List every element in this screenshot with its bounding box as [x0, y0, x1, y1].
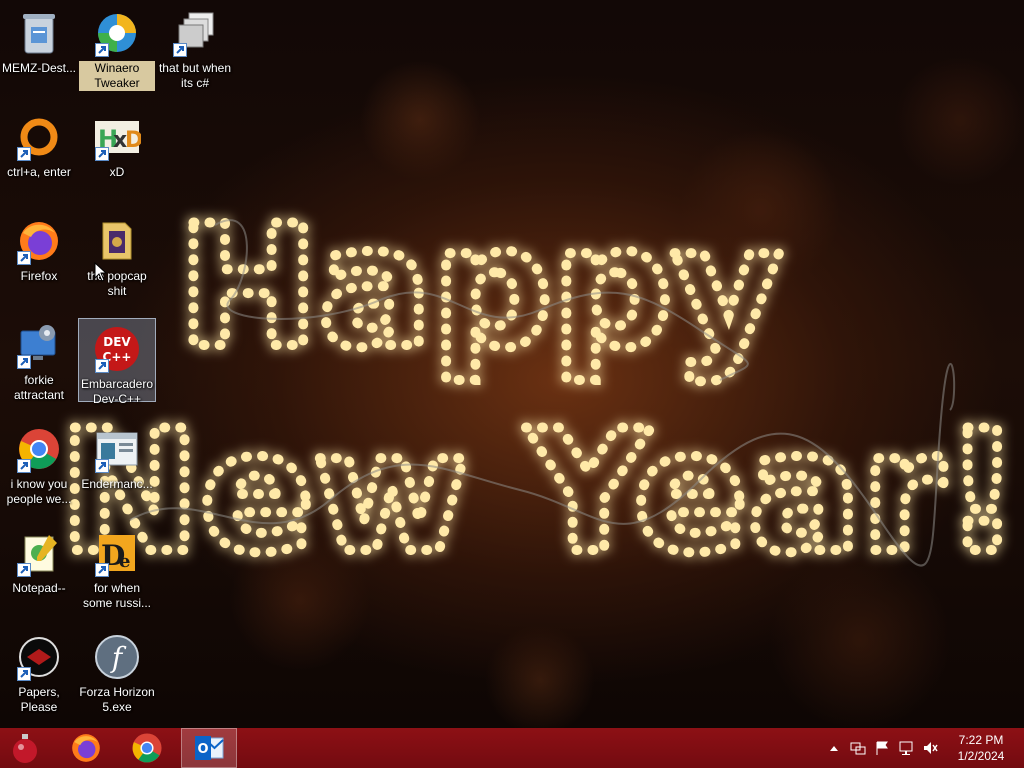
shortcut-arrow-icon: [95, 43, 109, 57]
desktop-icon-chrome[interactable]: i know you people we...: [0, 418, 78, 514]
desktop-icon-popcap[interactable]: the popcap shit: [78, 210, 156, 306]
shortcut-arrow-icon: [17, 251, 31, 265]
desktop-icon-forza[interactable]: f Forza Horizon 5.exe: [78, 626, 156, 722]
icon-label: Notepad--: [12, 581, 66, 595]
icon-label: i know you people we...: [6, 477, 72, 506]
winaero-tweaker-icon: [93, 9, 141, 57]
firefox-icon: [72, 734, 100, 762]
network-icon[interactable]: [850, 740, 866, 756]
desktop-icon-memz[interactable]: MEMZ-Dest...: [0, 2, 78, 98]
flag-icon[interactable]: [874, 740, 890, 756]
djvu-icon: D e: [93, 529, 141, 577]
mouse-cursor-icon: [94, 262, 108, 282]
flash-icon: f: [93, 633, 141, 681]
papers-please-icon: [15, 633, 63, 681]
shortcut-arrow-icon: [17, 459, 31, 473]
icon-label: ctrl+a, enter: [7, 165, 71, 179]
icon-label: Firefox: [20, 269, 58, 283]
clock-date: 1/2/2024: [957, 749, 1005, 763]
clock[interactable]: 7:22 PM 1/2/2024: [940, 732, 1022, 764]
svg-text:e: e: [119, 551, 130, 572]
desktop[interactable]: Happy New Year! MEMZ-Dest... ctrl+a, ent…: [0, 0, 1024, 728]
orange-ring-icon: [15, 113, 63, 161]
wallpaper-line-new-year: New Year!: [59, 394, 1020, 590]
chrome-icon: [15, 425, 63, 473]
icon-label: MEMZ-Dest...: [2, 61, 76, 75]
volume-muted-icon[interactable]: [922, 740, 938, 756]
recycle-bin-icon: [15, 9, 63, 57]
icon-label: for when some russi...: [82, 581, 151, 610]
shortcut-arrow-icon: [17, 563, 31, 577]
svg-text:D: D: [125, 128, 141, 153]
hxd-icon: H x D: [93, 113, 141, 161]
icon-label: Embarcadero Dev-C++: [80, 377, 154, 406]
desktop-icon-notepad-minus[interactable]: Notepad--: [0, 522, 78, 618]
settings-monitor-icon: [15, 321, 63, 369]
shortcut-arrow-icon: [95, 147, 109, 161]
shortcut-arrow-icon: [95, 563, 109, 577]
icon-label: Winaero Tweaker: [79, 61, 155, 91]
desktop-icon-papers-please[interactable]: Papers, Please: [0, 626, 78, 722]
notepad-icon: [15, 529, 63, 577]
window-app-icon: [93, 425, 141, 473]
icon-label: xD: [109, 165, 125, 179]
taskbar: O 7:22 PM 1/2/2024: [0, 728, 1024, 768]
svg-text:DEV: DEV: [103, 335, 131, 349]
shortcut-arrow-icon: [95, 459, 109, 473]
desktop-icon-that-but-csharp[interactable]: that but when its c#: [156, 2, 234, 98]
icon-label: Endermanc...: [81, 477, 153, 491]
desktop-icon-endermanch[interactable]: Endermanc...: [78, 418, 156, 514]
taskbar-outlook-button[interactable]: O: [181, 728, 237, 768]
shortcut-arrow-icon: [17, 147, 31, 161]
stacked-windows-icon: [171, 9, 219, 57]
shortcut-arrow-icon: [17, 355, 31, 369]
taskbar-chrome-button[interactable]: [119, 728, 175, 768]
chrome-icon: [132, 733, 162, 763]
icon-label: Forza Horizon 5.exe: [79, 685, 155, 714]
clock-time: 7:22 PM: [958, 733, 1004, 747]
desktop-icon-dev-cpp[interactable]: DEV C++ Embarcadero Dev-C++: [78, 318, 156, 406]
shortcut-arrow-icon: [173, 43, 187, 57]
ethernet-icon[interactable]: [898, 740, 914, 756]
taskbar-firefox-button[interactable]: [58, 728, 114, 768]
svg-text:O: O: [197, 742, 208, 757]
desktop-icon-firefox[interactable]: Firefox: [0, 210, 78, 306]
shortcut-arrow-icon: [17, 667, 31, 681]
desktop-icon-ctrl-a-enter[interactable]: ctrl+a, enter: [0, 106, 78, 202]
desktop-icon-djvu[interactable]: D e for when some russi...: [78, 522, 156, 618]
icon-label: forkie attractant: [13, 373, 65, 402]
outlook-icon: O: [195, 736, 224, 760]
dev-cpp-icon: DEV C++: [93, 325, 141, 373]
wallpaper-line-happy: Happy: [178, 189, 782, 385]
desktop-icon-xd[interactable]: H x D xD: [78, 106, 156, 202]
shortcut-arrow-icon: [95, 359, 109, 373]
firefox-icon: [15, 217, 63, 265]
desktop-icon-forkie-attractant[interactable]: forkie attractant: [0, 314, 78, 410]
folder-icon: [93, 217, 141, 265]
show-hidden-icons-chevron[interactable]: [826, 740, 842, 756]
desktop-icon-winaero-tweaker[interactable]: Winaero Tweaker: [78, 2, 156, 98]
icon-label: that but when its c#: [158, 61, 232, 90]
icon-label: the popcap shit: [87, 269, 147, 298]
icon-label: Papers, Please: [18, 685, 60, 714]
start-button[interactable]: [0, 728, 50, 768]
ornament-start-icon: [13, 734, 37, 763]
